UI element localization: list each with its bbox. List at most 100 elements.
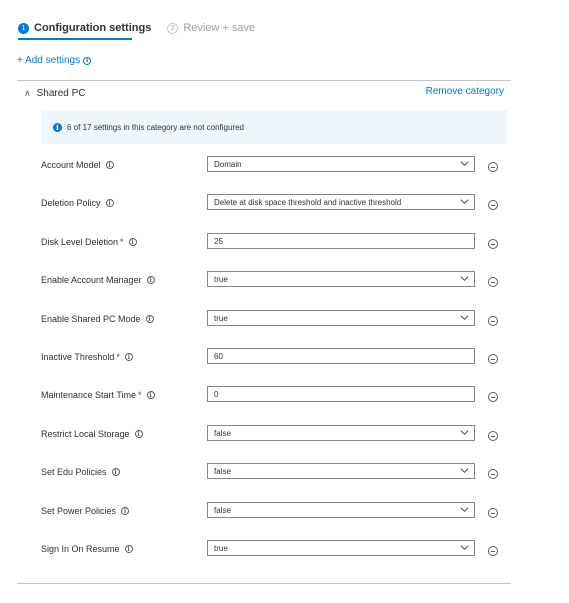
category-header: ∧ Shared PC Remove category: [24, 86, 504, 100]
field-value: true: [214, 543, 228, 553]
remove-setting-icon[interactable]: [488, 469, 498, 479]
active-step-underline: [18, 38, 132, 40]
field-value: false: [214, 466, 231, 476]
remove-setting-icon[interactable]: [488, 316, 498, 326]
chevron-down-icon: [460, 161, 469, 166]
remove-setting-icon[interactable]: [488, 239, 498, 249]
setting-label-text: Enable Shared PC Mode: [41, 314, 141, 324]
setting-row: Set Power Policies i false: [0, 502, 569, 520]
add-settings-label: + Add settings: [17, 55, 81, 66]
setting-row: Set Edu Policies i false: [0, 463, 569, 481]
setting-row: Account Model i Domain: [0, 156, 569, 174]
remove-setting-icon[interactable]: [488, 508, 498, 518]
step-number-badge: 2: [167, 22, 179, 34]
setting-dropdown[interactable]: false: [207, 463, 475, 479]
wizard-steps: 1 Configuration settings 2 Review + save: [18, 18, 255, 38]
remove-setting-icon[interactable]: [488, 200, 498, 210]
info-banner: i 6 of 17 settings in this category are …: [41, 110, 507, 144]
setting-label-text: Restrict Local Storage: [41, 429, 130, 439]
info-icon[interactable]: i: [105, 199, 114, 207]
step-number-badge: 1: [18, 22, 29, 34]
setting-row: Disk Level Deletion * i 25: [0, 233, 569, 251]
chevron-down-icon: [460, 199, 469, 204]
setting-label: Inactive Threshold * i: [41, 348, 133, 366]
info-icon[interactable]: i: [145, 315, 154, 323]
setting-row: Restrict Local Storage i false: [0, 425, 569, 443]
setting-label: Enable Account Manager i: [41, 271, 155, 289]
remove-setting-icon[interactable]: [488, 162, 498, 172]
chevron-down-icon: [460, 507, 469, 512]
info-icon[interactable]: i: [111, 468, 120, 476]
setting-label: Set Edu Policies i: [41, 463, 120, 481]
setting-label: Enable Shared PC Mode i: [41, 310, 154, 328]
setting-label-text: Disk Level Deletion: [41, 237, 119, 247]
remove-setting-icon[interactable]: [488, 277, 498, 287]
step-configuration-settings[interactable]: 1 Configuration settings: [18, 22, 151, 34]
setting-label-text: Set Edu Policies: [41, 467, 107, 477]
setting-row: Maintenance Start Time * i 0: [0, 386, 569, 404]
step-label: Configuration settings: [34, 22, 152, 34]
field-value: 0: [214, 389, 219, 399]
setting-label-text: Inactive Threshold: [41, 352, 115, 362]
info-icon[interactable]: i: [105, 161, 114, 169]
setting-label-text: Set Power Policies: [41, 506, 117, 516]
category-title: Shared PC: [36, 87, 86, 99]
info-icon[interactable]: i: [134, 430, 143, 438]
info-icon[interactable]: i: [146, 276, 155, 284]
setting-row: Enable Shared PC Mode i true: [0, 310, 569, 328]
setting-label: Sign In On Resume i: [41, 540, 133, 558]
remove-setting-icon[interactable]: [488, 354, 498, 364]
setting-row: Enable Account Manager i true: [0, 271, 569, 289]
add-settings-link[interactable]: + Add settings i: [17, 55, 92, 66]
setting-text-input[interactable]: 60: [207, 348, 475, 364]
setting-row: Sign In On Resume i true: [0, 540, 569, 558]
setting-label: Deletion Policy i: [41, 194, 114, 212]
chevron-down-icon: [460, 276, 469, 281]
info-icon[interactable]: i: [128, 238, 137, 246]
setting-dropdown[interactable]: false: [207, 425, 475, 441]
field-value: Domain: [214, 159, 242, 169]
field-value: Delete at disk space threshold and inact…: [214, 197, 402, 207]
bottom-divider: [17, 583, 511, 584]
setting-label: Disk Level Deletion * i: [41, 233, 137, 251]
field-value: true: [214, 313, 228, 323]
setting-dropdown[interactable]: Delete at disk space threshold and inact…: [207, 194, 475, 210]
chevron-down-icon: [460, 468, 469, 473]
setting-dropdown[interactable]: true: [207, 540, 475, 556]
chevron-up-icon[interactable]: ∧: [24, 88, 31, 99]
required-asterisk: *: [138, 390, 142, 400]
remove-setting-icon[interactable]: [488, 392, 498, 402]
step-label: Review + save: [183, 22, 256, 34]
field-value: 60: [214, 351, 223, 361]
field-value: true: [214, 274, 228, 284]
top-divider: [17, 80, 511, 81]
remove-category-link[interactable]: Remove category: [426, 86, 504, 97]
setting-label: Set Power Policies i: [41, 502, 130, 520]
info-icon[interactable]: i: [124, 353, 133, 361]
setting-dropdown[interactable]: true: [207, 271, 475, 287]
banner-text: 6 of 17 settings in this category are no…: [67, 122, 244, 132]
remove-setting-icon[interactable]: [488, 431, 498, 441]
setting-label-text: Sign In On Resume: [41, 544, 120, 554]
field-value: false: [214, 505, 231, 515]
step-review-save[interactable]: 2 Review + save: [167, 22, 255, 34]
setting-label-text: Enable Account Manager: [41, 275, 142, 285]
required-asterisk: *: [116, 352, 120, 362]
setting-label-text: Maintenance Start Time: [41, 390, 137, 400]
chevron-down-icon: [460, 430, 469, 435]
setting-label: Restrict Local Storage i: [41, 425, 143, 443]
setting-text-input[interactable]: 25: [207, 233, 475, 249]
field-value: false: [214, 428, 231, 438]
info-icon[interactable]: i: [121, 507, 130, 515]
info-icon[interactable]: i: [83, 56, 92, 65]
setting-text-input[interactable]: 0: [207, 386, 475, 402]
setting-dropdown[interactable]: true: [207, 310, 475, 326]
info-icon[interactable]: i: [124, 545, 133, 553]
required-asterisk: *: [120, 237, 124, 247]
setting-dropdown[interactable]: false: [207, 502, 475, 518]
setting-row: Inactive Threshold * i 60: [0, 348, 569, 366]
remove-setting-icon[interactable]: [488, 546, 498, 556]
setting-label: Account Model i: [41, 156, 114, 174]
setting-dropdown[interactable]: Domain: [207, 156, 475, 172]
info-icon[interactable]: i: [146, 391, 155, 399]
